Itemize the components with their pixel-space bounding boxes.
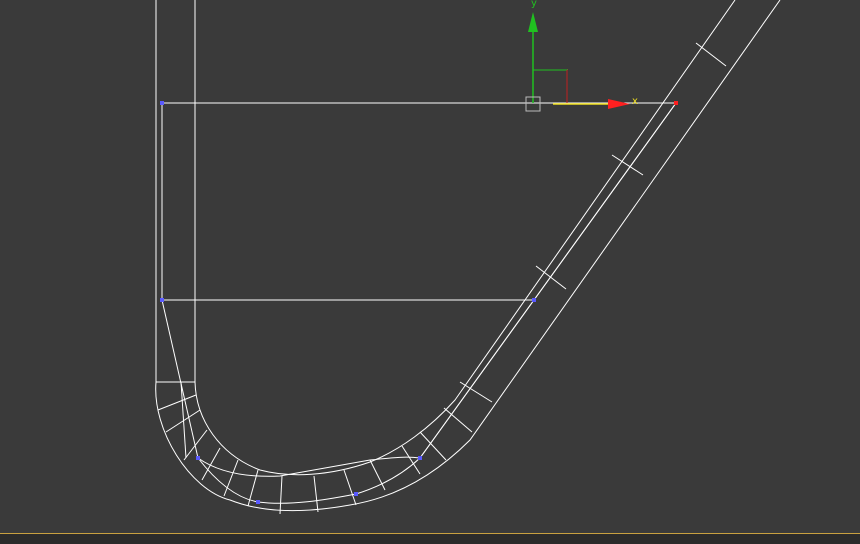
mesh-rib xyxy=(157,394,197,411)
vertex-point[interactable] xyxy=(532,298,536,302)
mesh-rib xyxy=(611,154,644,176)
mesh-inner-curve xyxy=(194,0,736,476)
spline-segment-diag-left xyxy=(161,299,199,459)
gizmo-xy-plane-handle[interactable] xyxy=(533,69,568,103)
gizmo-y-label: y xyxy=(531,0,537,9)
vertex-point[interactable] xyxy=(354,492,358,496)
mesh-rib xyxy=(313,475,319,513)
mesh-outer-curve xyxy=(155,0,781,512)
mesh-rib xyxy=(695,42,727,67)
mesh-rib xyxy=(443,407,473,433)
gizmo-x-arrowhead[interactable] xyxy=(608,99,630,109)
mesh-rib xyxy=(279,475,283,515)
viewport-canvas[interactable]: y x xyxy=(0,0,860,544)
spline-vertices[interactable] xyxy=(160,101,678,504)
mesh-middle-curve xyxy=(197,456,421,477)
gizmo-x-label: x xyxy=(632,96,638,107)
mesh-rib xyxy=(183,429,208,461)
vertex-point[interactable] xyxy=(160,101,164,105)
move-transform-gizmo[interactable]: y x xyxy=(525,0,638,112)
mesh-edge xyxy=(419,102,677,459)
vertex-point-selected[interactable] xyxy=(674,101,678,105)
mesh-rib xyxy=(419,431,447,461)
mesh-rib xyxy=(343,469,357,506)
mesh-rib xyxy=(459,381,493,403)
mesh-lower-curve xyxy=(197,457,421,504)
vertex-point[interactable] xyxy=(418,456,422,460)
vertex-point[interactable] xyxy=(256,500,260,504)
mesh-rib xyxy=(201,447,221,481)
vertex-point[interactable] xyxy=(160,298,164,302)
perspective-viewport[interactable]: y x xyxy=(0,0,860,544)
gizmo-y-arrowhead[interactable] xyxy=(528,12,538,32)
timeline-bar[interactable] xyxy=(0,533,860,544)
vertex-point[interactable] xyxy=(196,456,200,460)
wireframe-mesh[interactable] xyxy=(155,0,781,515)
